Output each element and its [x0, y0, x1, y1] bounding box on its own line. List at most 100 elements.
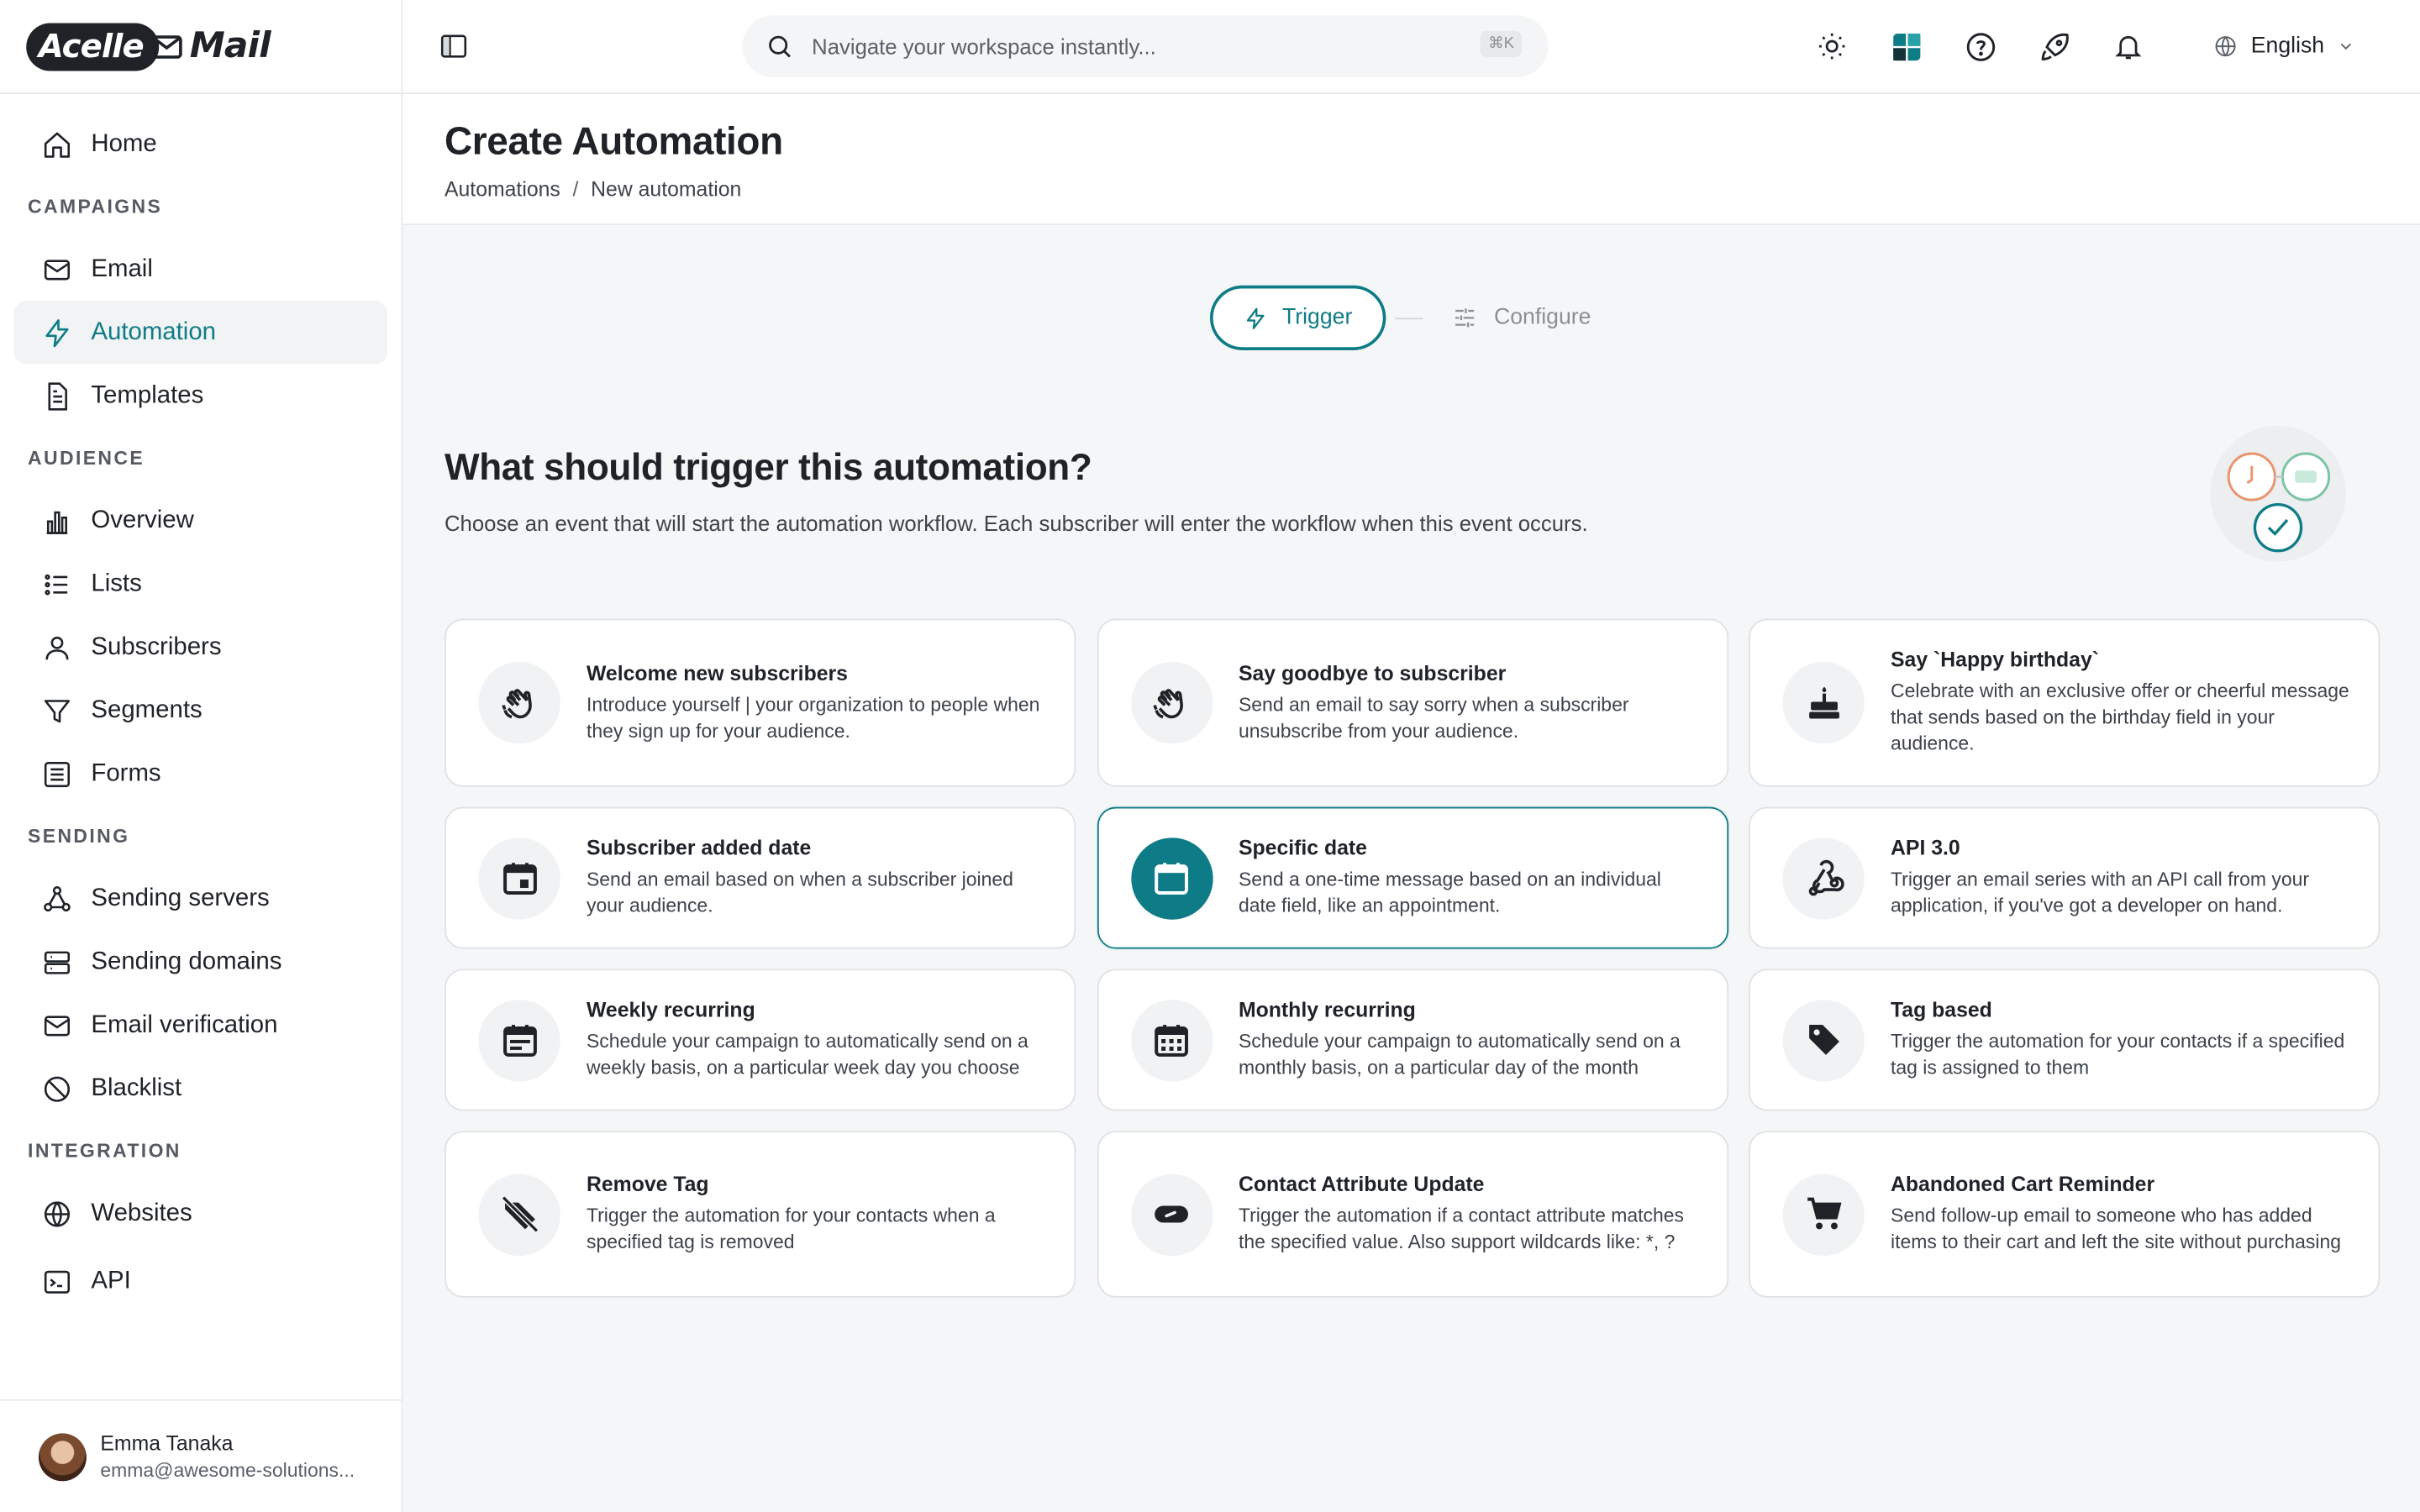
breadcrumb-automations[interactable]: Automations — [445, 177, 560, 201]
bell-icon — [2116, 36, 2143, 60]
trigger-icon-wrap — [1130, 1173, 1213, 1256]
sidebar-item-blacklist[interactable]: Blacklist — [14, 1057, 387, 1120]
list-icon — [45, 573, 68, 595]
trigger-card-tag-based[interactable]: Tag based Trigger the automation for you… — [1749, 969, 2381, 1111]
trigger-card-birthday[interactable]: Say `Happy birthday` Celebrate with an e… — [1749, 618, 2381, 787]
trigger-description: Trigger an email series with an API call… — [1891, 869, 2310, 917]
mail-check-icon — [44, 1015, 71, 1036]
trigger-description: Trigger the automation for your contacts… — [1891, 1030, 2345, 1079]
sidebar-nav: Home CAMPAIGNS Email Automation Template… — [0, 94, 402, 1313]
notifications-button[interactable] — [2112, 29, 2145, 63]
sidebar-item-email[interactable]: Email — [14, 238, 387, 301]
sidebar-item-subscribers[interactable]: Subscribers — [14, 616, 387, 679]
sidebar-item-home[interactable]: Home — [14, 113, 387, 176]
sidebar-item-label: Email — [91, 255, 153, 282]
trigger-card-monthly[interactable]: Monthly recurring Schedule your campaign… — [1097, 969, 1728, 1111]
sidebar-item-label: Home — [91, 130, 157, 157]
sidebar-item-label: Automation — [91, 318, 217, 345]
sidebar-item-label: Forms — [91, 759, 161, 786]
trigger-title: Welcome new subscribers — [586, 661, 848, 685]
search-input[interactable] — [812, 34, 1460, 59]
trigger-title: Say `Happy birthday` — [1891, 648, 2100, 671]
wave-hand-icon — [1153, 688, 1183, 718]
trigger-description: Send a one-time message based on an indi… — [1238, 869, 1661, 917]
trigger-title: Remove Tag — [586, 1172, 709, 1196]
trigger-card-welcome[interactable]: Welcome new subscribers Introduce yourse… — [444, 618, 1076, 787]
trigger-card-subscriber-added-date[interactable]: Subscriber added date Send an email base… — [444, 806, 1076, 949]
sidebar-item-automation[interactable]: Automation — [13, 301, 388, 365]
trigger-description: Send an email based on when a subscriber… — [586, 869, 1013, 917]
sidebar-item-api[interactable]: API — [14, 1250, 387, 1313]
sidebar-item-label: Sending domains — [91, 948, 282, 974]
trigger-title: Specific date — [1238, 836, 1367, 860]
trigger-grid: Welcome new subscribers Introduce yourse… — [444, 618, 2381, 1318]
stepper: Trigger Configure — [1210, 285, 1591, 350]
trigger-title: Contact Attribute Update — [1238, 1172, 1485, 1196]
sidebar-item-sending-domains[interactable]: Sending domains — [14, 931, 387, 994]
trigger-icon-wrap — [1782, 1173, 1865, 1256]
step-trigger[interactable]: Trigger — [1210, 285, 1386, 350]
user-email: emma@awesome-solutions... — [100, 1459, 355, 1482]
help-button[interactable] — [1964, 29, 1997, 63]
sidebar-item-email-verification[interactable]: Email verification — [14, 994, 387, 1057]
trigger-card-remove-tag[interactable]: Remove Tag Trigger the automation for yo… — [444, 1131, 1076, 1298]
sidebar-item-sending-servers[interactable]: Sending servers — [14, 867, 387, 930]
calendar-week-icon — [502, 1025, 536, 1057]
user-profile[interactable]: Emma Tanaka emma@awesome-solutions... — [0, 1399, 402, 1512]
workflow-illustration-icon — [2210, 425, 2346, 562]
trigger-icon-wrap — [478, 999, 560, 1081]
sidebar-item-label: Subscribers — [91, 633, 222, 660]
trigger-icon-wrap — [478, 661, 560, 744]
trigger-card-api[interactable]: API 3.0 Trigger an email series with an … — [1749, 806, 2381, 949]
mail-icon — [44, 259, 71, 280]
sidebar-item-label: Templates — [91, 381, 204, 408]
trigger-title: Tag based — [1891, 998, 1992, 1021]
sidebar-item-label: Email verification — [91, 1011, 278, 1038]
section-sending: SENDING — [28, 825, 130, 848]
sidebar-toggle-icon[interactable] — [439, 31, 470, 62]
breadcrumb-current: New automation — [591, 177, 742, 201]
trigger-icon-wrap — [1130, 999, 1213, 1081]
step-configure[interactable]: Configure — [1451, 304, 1591, 332]
avatar — [38, 1432, 87, 1481]
trigger-card-goodbye[interactable]: Say goodbye to subscriber Send an email … — [1097, 618, 1728, 787]
file-icon — [48, 381, 67, 410]
theme-toggle[interactable] — [1816, 29, 1849, 63]
tag-icon — [1808, 1025, 1839, 1055]
app-switcher[interactable] — [1890, 29, 1923, 63]
server-icon — [44, 950, 71, 974]
trigger-icon-wrap — [478, 837, 560, 919]
page-header: Create Automation Automations / New auto… — [402, 94, 2420, 226]
trigger-title: Abandoned Cart Reminder — [1891, 1172, 2155, 1196]
sidebar-item-label: Lists — [91, 570, 142, 596]
sidebar-item-label: Overview — [91, 507, 194, 533]
sidebar-item-label: API — [91, 1267, 131, 1294]
home-icon — [44, 131, 71, 157]
terminal-icon — [44, 1269, 71, 1293]
sidebar-item-forms[interactable]: Forms — [14, 742, 387, 805]
section-campaigns: CAMPAIGNS — [28, 196, 163, 218]
sidebar-item-templates[interactable]: Templates — [14, 364, 387, 427]
trigger-card-specific-date[interactable]: Specific date Send a one-time message ba… — [1097, 806, 1728, 949]
logo-left: Acelle — [26, 22, 160, 71]
trigger-icon-wrap — [478, 1173, 560, 1256]
bar-chart-icon — [46, 510, 68, 533]
sidebar-item-websites[interactable]: Websites — [14, 1182, 387, 1245]
section-audience: AUDIENCE — [28, 447, 145, 470]
brand-logo[interactable]: Acelle Mail — [26, 22, 271, 71]
trigger-description: Trigger the automation for your contacts… — [586, 1205, 996, 1253]
search-bar[interactable]: ⌘K — [742, 15, 1549, 77]
globe-icon — [44, 1200, 71, 1226]
sidebar-item-overview[interactable]: Overview — [14, 489, 387, 552]
trigger-card-weekly[interactable]: Weekly recurring Schedule your campaign … — [444, 969, 1076, 1111]
launch-button[interactable] — [2038, 29, 2071, 63]
trigger-title: Monthly recurring — [1238, 998, 1416, 1021]
trigger-card-contact-attribute[interactable]: Contact Attribute Update Trigger the aut… — [1097, 1131, 1728, 1298]
sidebar-item-lists[interactable]: Lists — [14, 553, 387, 616]
trigger-description: Trigger the automation if a contact attr… — [1238, 1205, 1685, 1253]
main-content: Trigger Configure What should trigger th… — [402, 225, 2420, 1512]
language-selector[interactable]: English — [2214, 34, 2355, 59]
section-title: What should trigger this automation? — [444, 447, 1092, 490]
sidebar-item-segments[interactable]: Segments — [14, 679, 387, 742]
trigger-card-abandoned-cart[interactable]: Abandoned Cart Reminder Send follow-up e… — [1749, 1131, 2381, 1298]
